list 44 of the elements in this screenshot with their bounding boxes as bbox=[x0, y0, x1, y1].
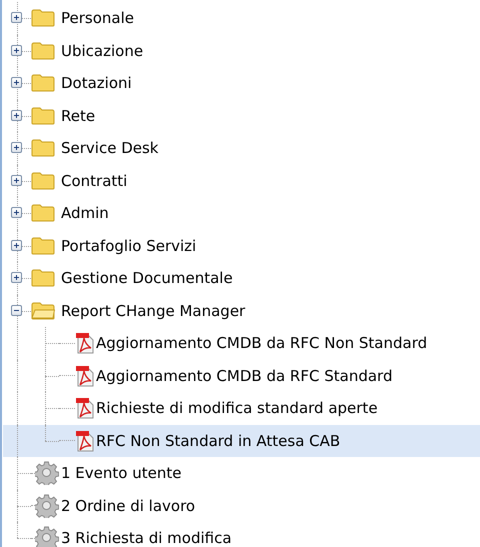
gear-icon bbox=[35, 494, 59, 518]
tree-row[interactable]: 3 Richiesta di modifica bbox=[3, 522, 480, 547]
pdf-icon bbox=[75, 430, 94, 452]
gear-icon bbox=[35, 526, 59, 547]
tree-row[interactable]: 2 Ordine di lavoro bbox=[3, 490, 480, 522]
tree-row[interactable]: Personale bbox=[3, 2, 480, 34]
folder-icon bbox=[31, 42, 55, 60]
tree-row[interactable]: Portafoglio Servizi bbox=[3, 230, 480, 262]
collapse-icon[interactable] bbox=[11, 304, 22, 316]
tree-row[interactable]: Aggiornamento CMDB da RFC Non Standard bbox=[3, 327, 480, 360]
tree-row[interactable]: Ubicazione bbox=[3, 34, 480, 67]
tree-row[interactable]: RFC Non Standard in Attesa CAB bbox=[3, 424, 480, 457]
tree-row[interactable]: Contratti bbox=[3, 164, 480, 197]
pdf-icon bbox=[75, 332, 94, 354]
expand-icon[interactable] bbox=[11, 12, 22, 24]
folder-icon bbox=[31, 269, 55, 288]
tree-row[interactable]: Service Desk bbox=[3, 132, 480, 164]
expand-icon[interactable] bbox=[11, 240, 22, 251]
expand-icon[interactable] bbox=[11, 207, 22, 218]
folder-icon bbox=[31, 204, 55, 222]
expand-icon[interactable] bbox=[11, 77, 22, 88]
pdf-icon bbox=[75, 364, 94, 387]
expand-icon[interactable] bbox=[11, 44, 22, 56]
expand-icon[interactable] bbox=[11, 142, 22, 154]
tree-row[interactable]: Richieste di modifica standard aperte bbox=[3, 392, 480, 424]
expand-icon[interactable] bbox=[11, 272, 22, 284]
expand-icon[interactable] bbox=[11, 110, 22, 121]
folder-icon bbox=[31, 172, 55, 190]
tree-row[interactable]: Admin bbox=[3, 197, 480, 230]
pdf-icon bbox=[75, 397, 94, 420]
folder-icon bbox=[31, 236, 55, 255]
folder-icon bbox=[31, 139, 55, 158]
tree-row[interactable]: Aggiornamento CMDB da RFC Standard bbox=[3, 360, 480, 392]
tree-row[interactable]: Rete bbox=[3, 100, 480, 132]
folder-icon bbox=[31, 74, 55, 92]
folder-icon bbox=[31, 302, 55, 320]
folder-icon bbox=[31, 106, 55, 125]
expand-icon[interactable] bbox=[11, 174, 22, 186]
folder-icon bbox=[31, 9, 55, 28]
tree-row[interactable]: Gestione Documentale bbox=[3, 262, 480, 294]
gear-icon bbox=[35, 461, 59, 486]
tree-row[interactable]: Report CHange Manager bbox=[3, 294, 480, 327]
tree-row[interactable]: 1 Evento utente bbox=[3, 457, 480, 490]
tree-row[interactable]: Dotazioni bbox=[3, 67, 480, 100]
